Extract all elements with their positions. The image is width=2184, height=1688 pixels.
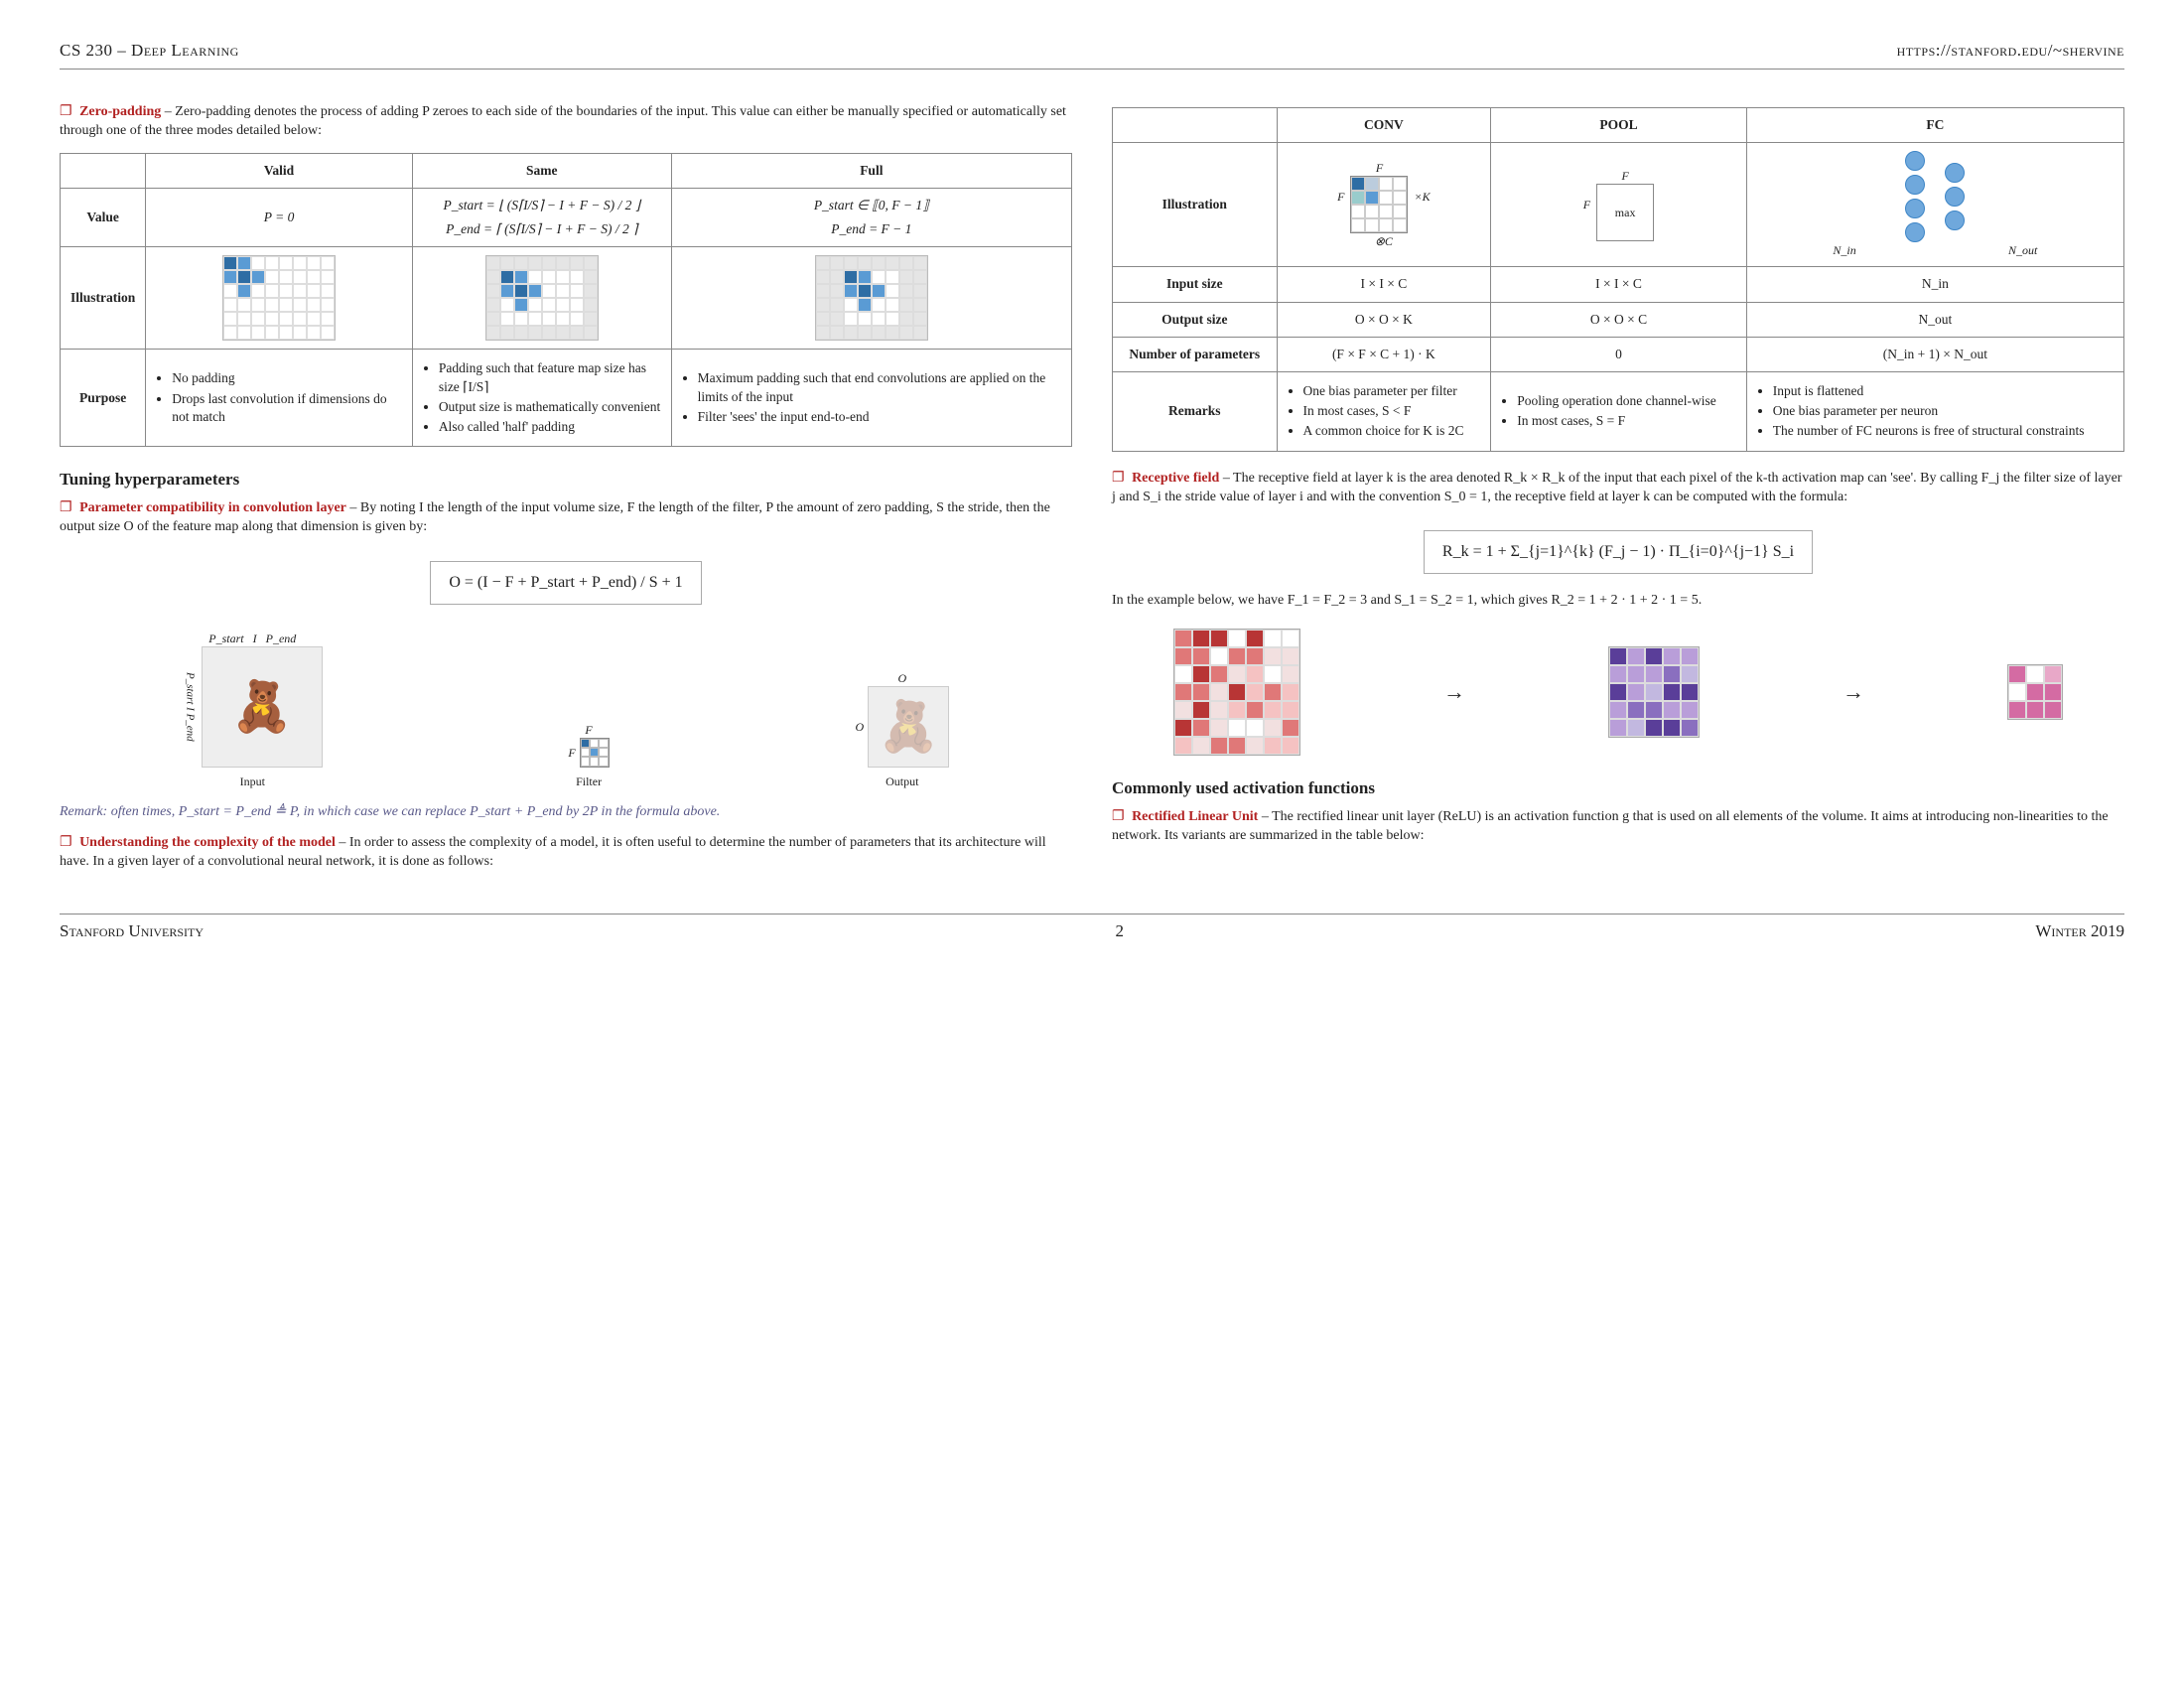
- receptive-formula-box: R_k = 1 + Σ_{j=1}^{k} (F_j − 1) · Π_{i=0…: [1112, 518, 2124, 586]
- illus-same: [412, 247, 671, 350]
- row-value: Value: [61, 188, 146, 246]
- term-complexity: Understanding the complexity of the mode…: [79, 835, 336, 850]
- term-zero-padding: Zero-padding: [79, 104, 161, 119]
- col-same: Same: [412, 153, 671, 188]
- header-left: CS 230 – Deep Learning: [60, 40, 239, 63]
- illus-conv: F F ×K ⊗C: [1277, 143, 1491, 267]
- row-purpose: Purpose: [61, 350, 146, 447]
- row-remarks: Remarks: [1113, 372, 1278, 452]
- formula-receptive: R_k = 1 + Σ_{j=1}^{k} (F_j − 1) · Π_{i=0…: [1424, 530, 1813, 574]
- bookmark-icon: ❐: [60, 104, 72, 119]
- relu-para: ❐ Rectified Linear Unit – The rectified …: [1112, 808, 2124, 846]
- term-relu: Rectified Linear Unit: [1132, 809, 1258, 824]
- col-valid: Valid: [146, 153, 413, 188]
- receptive-diagram: → →: [1112, 629, 2124, 756]
- receptive-example: In the example below, we have F_1 = F_2 …: [1112, 592, 2124, 611]
- heading-activation: Commonly used activation functions: [1112, 777, 2124, 800]
- param-compat-formula-box: O = (I − F + P_start + P_end) / S + 1: [60, 549, 1072, 617]
- row-num-params: Number of parameters: [1113, 337, 1278, 371]
- rf-layer-1: [1173, 629, 1300, 756]
- rf-layer-2: [1608, 646, 1700, 738]
- zero-padding-desc: – Zero-padding denotes the process of ad…: [60, 104, 1066, 138]
- row-illus: Illustration: [1113, 143, 1278, 267]
- illus-full: [671, 247, 1071, 350]
- zero-padding-table: Valid Same Full Value P = 0 P_start = ⌊ …: [60, 153, 1072, 448]
- illus-pool: F F max: [1491, 143, 1747, 267]
- term-param-compat: Parameter compatibility in convolution l…: [79, 500, 346, 515]
- conv-diagram: P_start I P_end P_start I P_end Input F …: [60, 631, 1072, 789]
- footer-left: Stanford University: [60, 920, 204, 943]
- illus-valid: [146, 247, 413, 350]
- purpose-full: Maximum padding such that end convolutio…: [671, 350, 1071, 447]
- receptive-field-desc: – The receptive field at layer k is the …: [1112, 471, 2121, 504]
- diagram-filter: F F Filter: [568, 722, 609, 789]
- bookmark-icon: ❐: [1112, 809, 1125, 824]
- arrow-icon: →: [1843, 677, 1864, 707]
- heading-tuning: Tuning hyperparameters: [60, 469, 1072, 492]
- param-compat-para: ❐ Parameter compatibility in convolution…: [60, 499, 1072, 537]
- diagram-output: O O Output: [855, 670, 949, 789]
- page-footer: Stanford University 2 Winter 2019: [60, 914, 2124, 943]
- header-right: https://stanford.edu/~shervine: [1897, 40, 2124, 63]
- row-input-size: Input size: [1113, 267, 1278, 302]
- bookmark-icon: ❐: [1112, 471, 1125, 486]
- footer-page: 2: [1115, 920, 1124, 943]
- formula-output-size: O = (I − F + P_start + P_end) / S + 1: [430, 561, 701, 605]
- zero-padding-para: ❐ Zero-padding – Zero-padding denotes th…: [60, 103, 1072, 141]
- col-fc: FC: [1746, 107, 2123, 142]
- bookmark-icon: ❐: [60, 500, 72, 515]
- diagram-input: P_start I P_end P_start I P_end Input: [183, 631, 323, 789]
- col-conv: CONV: [1277, 107, 1491, 142]
- term-receptive-field: Receptive field: [1132, 471, 1219, 486]
- illus-fc: N_inN_out: [1746, 143, 2123, 267]
- right-column: CONV POOL FC Illustration F F ×K ⊗C F: [1112, 97, 2124, 884]
- receptive-field-para: ❐ Receptive field – The receptive field …: [1112, 470, 2124, 507]
- col-full: Full: [671, 153, 1071, 188]
- value-same: P_start = ⌊ (S⌈I/S⌉ − I + F − S) / 2 ⌋ P…: [412, 188, 671, 246]
- value-full: P_start ∈ ⟦0, F − 1⟧ P_end = F − 1: [671, 188, 1071, 246]
- purpose-valid: No paddingDrops last convolution if dime…: [146, 350, 413, 447]
- param-compat-remark: Remark: often times, P_start = P_end ≜ P…: [60, 803, 1072, 822]
- page-header: CS 230 – Deep Learning https://stanford.…: [60, 40, 2124, 70]
- relu-desc: – The rectified linear unit layer (ReLU)…: [1112, 809, 2109, 843]
- row-output-size: Output size: [1113, 302, 1278, 337]
- left-column: ❐ Zero-padding – Zero-padding denotes th…: [60, 97, 1072, 884]
- row-illustration: Illustration: [61, 247, 146, 350]
- col-pool: POOL: [1491, 107, 1747, 142]
- purpose-same: Padding such that feature map size has s…: [412, 350, 671, 447]
- complexity-para: ❐ Understanding the complexity of the mo…: [60, 834, 1072, 872]
- bookmark-icon: ❐: [60, 835, 72, 850]
- rf-layer-3: [2007, 664, 2063, 720]
- value-valid: P = 0: [146, 188, 413, 246]
- arrow-icon: →: [1443, 677, 1465, 707]
- layer-table: CONV POOL FC Illustration F F ×K ⊗C F: [1112, 107, 2124, 452]
- footer-right: Winter 2019: [2035, 920, 2124, 943]
